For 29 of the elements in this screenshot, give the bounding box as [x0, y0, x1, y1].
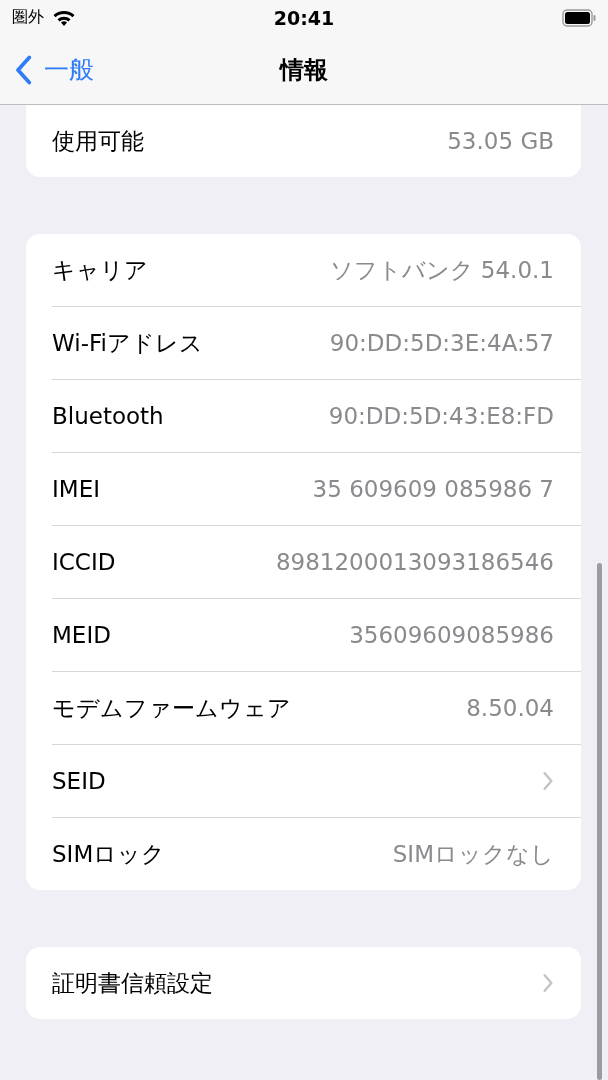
row-value: 35609609085986 [349, 622, 554, 648]
row-label: IMEI [52, 476, 100, 502]
nav-title: 情報 [280, 54, 328, 86]
row-value: 53.05 GB [447, 128, 554, 154]
row-label: SEID [52, 768, 106, 794]
row-value: ソフトバンク 54.0.1 [329, 255, 554, 285]
row-label: キャリア [52, 255, 148, 285]
chevron-right-icon [542, 771, 554, 791]
row-label: SIMロック [52, 839, 166, 869]
row-value: 90:DD:5D:3E:4A:57 [329, 330, 554, 356]
carrier-text: 圏外 [12, 7, 44, 28]
row-label: モデムファームウェア [52, 693, 291, 723]
row-label: 使用可能 [52, 126, 144, 156]
wifi-icon [52, 8, 76, 27]
row-label: ICCID [52, 549, 116, 575]
row-value: 8.50.04 [466, 695, 554, 721]
battery-icon [562, 8, 596, 27]
row-value: 35 609609 085986 7 [312, 476, 554, 502]
chevron-right-icon [542, 973, 554, 993]
back-button[interactable]: 一般 [0, 53, 94, 86]
row-value: SIMロックなし [392, 839, 554, 869]
row-label: Bluetooth [52, 403, 164, 429]
row-label: Wi-Fiアドレス [52, 328, 203, 358]
clock-text: 20:41 [273, 6, 335, 29]
row-label: 証明書信頼設定 [52, 968, 213, 998]
chevron-left-icon [14, 54, 32, 85]
row-label: MEID [52, 622, 111, 648]
row-value: 8981200013093186546 [275, 549, 554, 575]
row-value: 90:DD:5D:43:E8:FD [328, 403, 554, 429]
